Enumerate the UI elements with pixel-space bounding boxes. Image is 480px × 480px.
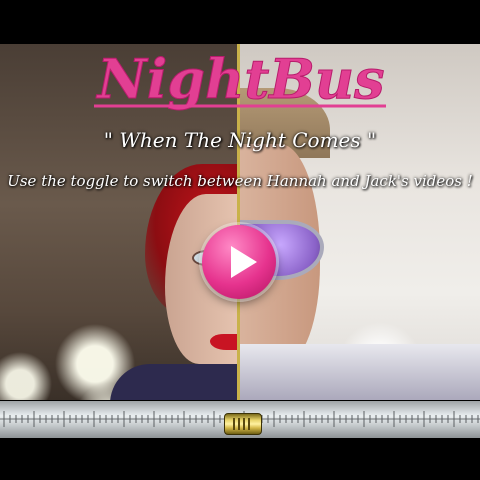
knob-grip	[233, 418, 253, 430]
hannah-lips	[210, 334, 240, 350]
play-button[interactable]	[202, 225, 276, 299]
instruction-text: Use the toggle to switch between Hannah …	[7, 172, 473, 190]
hannah-jacket	[110, 364, 238, 400]
song-subtitle: " When The Night Comes "	[103, 128, 377, 152]
slider-knob-icon[interactable]	[224, 413, 262, 435]
jack-shirt	[240, 344, 480, 400]
play-icon	[231, 246, 257, 278]
nightbus-logo: NightBus	[94, 47, 386, 112]
logo-text: NightBus	[95, 47, 384, 111]
